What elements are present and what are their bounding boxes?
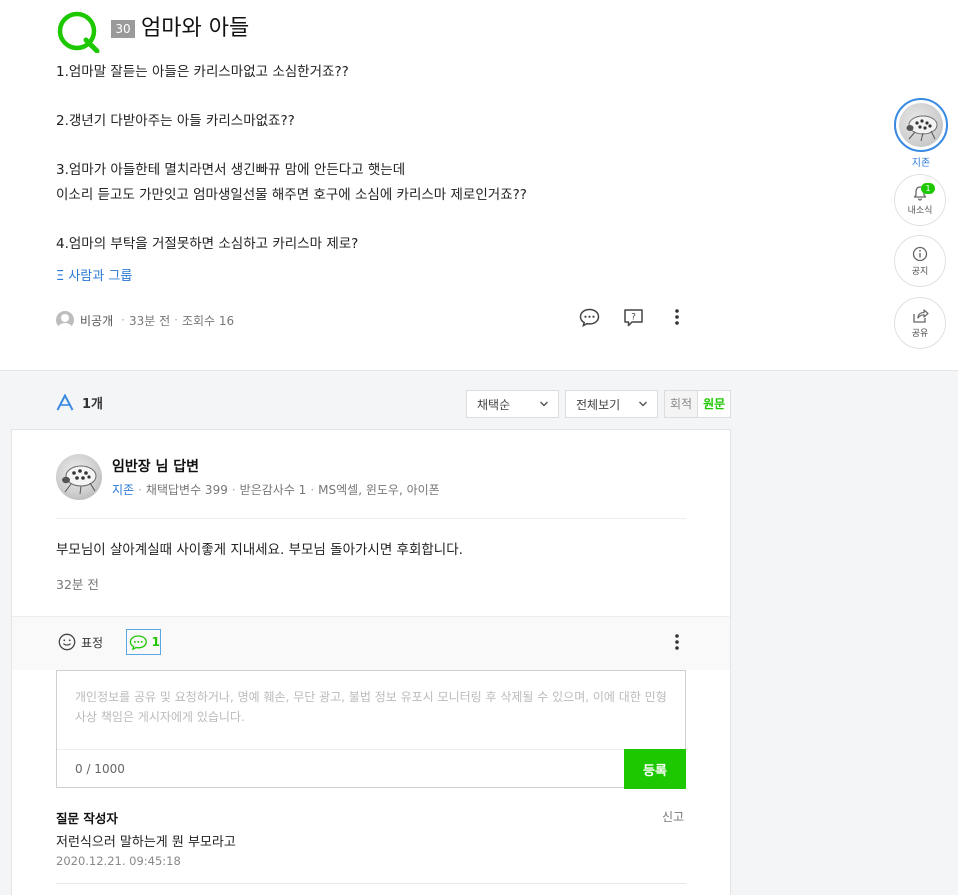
more-vertical-icon[interactable] [666,306,688,328]
comment-bubble-icon[interactable] [578,306,600,328]
notification-label: 내소식 [907,205,933,216]
char-counter: 0 / 1000 [75,762,125,776]
question-time: 33분 전 [128,313,171,328]
question-views: 조회수 16 [181,313,235,328]
sort-select[interactable]: 채택순 [466,390,559,418]
adopted-count: 채택답변수 399 [145,483,228,497]
notice-button[interactable]: 공지 [894,235,946,287]
chevron-down-icon [540,401,548,407]
side-profile[interactable]: 지존 [894,98,948,169]
category-tag-link[interactable]: Ξ 사람과 그룹 [56,265,132,284]
question-line: 이소리 듣고도 가만잇고 엄마생일선물 해주면 호구에 소심에 카리스마 제로인… [56,186,527,203]
meta-separator: · [174,313,178,327]
share-button[interactable]: 공유 [894,297,946,349]
question-badge: 30 [111,20,135,38]
question-actions: ? [578,306,688,328]
answers-section: 1개 채택순 전체보기 회적 원문 임반장 님 답변 지존 · 채택답변수 39… [0,370,958,895]
question-line: 4.엄마의 부탁을 거절못하면 소심하고 카리스마 제로? [56,235,359,252]
profile-image [899,103,943,147]
submit-comment-button[interactable]: 등록 [624,749,686,789]
side-notice[interactable]: 공지 [894,235,948,287]
comment-editor: 0 / 1000 등록 [56,670,686,789]
question-line: 3.엄마가 아들한테 멸치라면서 생긴빠뀨 맘에 안든다고 햇는데 [56,162,406,178]
question-title: 엄마와 아들 [141,16,250,41]
more-vertical-icon[interactable] [674,633,680,655]
question-meta: 비공개 · 33분 전 · 조회수 16 [56,310,234,330]
question-mark-icon[interactable]: ? [622,306,644,328]
thanks-count: 받은감사수 1 [239,483,307,497]
question-body: 1.엄마말 잘듣는 아들은 카리스마없고 소심한거죠?? 2.갱년기 다받아주는… [56,60,696,256]
meta-separator: · [310,482,315,497]
comment-editor-footer: 0 / 1000 등록 [57,749,686,789]
answer-time: 32분 전 [56,577,99,592]
comment-input[interactable] [57,671,685,749]
smiley-icon [58,633,76,651]
filter-select-value: 전체보기 [576,397,621,412]
answer-count: 1개 [82,397,104,412]
notice-label: 공지 [911,266,929,277]
meta-separator: · [121,313,125,327]
emoji-label: 표정 [81,635,104,650]
toggle-option-original[interactable]: 원문 [698,391,730,417]
side-notification[interactable]: 1 내소식 [894,174,948,226]
answers-header: 1개 [56,393,103,412]
emoji-reaction-button[interactable]: 표정 [58,633,103,651]
sort-select-value: 채택순 [477,397,511,412]
comment-count: 1 [151,635,160,649]
question-section: 30 엄마와 아들 1.엄마말 잘듣는 아들은 카리스마없고 소심한거죠?? 2… [0,0,958,370]
toggle-option-translated[interactable]: 회적 [665,391,699,417]
chevron-down-icon [639,401,647,407]
svg-text:?: ? [631,312,636,322]
q-logo-icon [57,11,100,53]
question-line: 1.엄마말 잘듣는 아들은 카리스마없고 소심한거죠?? [56,64,349,80]
answerer-name[interactable]: 임반장 님 답변 [112,456,199,476]
meta-separator: · [138,482,142,497]
notification-button[interactable]: 1 내소식 [894,174,946,226]
report-link[interactable]: 신고 [662,808,684,825]
answerer-grade: 지존 [112,483,135,497]
answer-card: 임반장 님 답변 지존 · 채택답변수 399 · 받은감사수 1 · MS엑셀… [11,429,731,895]
question-line [56,85,696,110]
profile-name: 지존 [911,158,931,169]
comment-text: 저런식으러 말하는게 뭔 부모라고 [56,835,236,850]
question-line [56,207,696,232]
share-icon [912,308,929,323]
profile-avatar[interactable] [894,98,948,152]
divider [56,518,686,519]
answerer-info: 지존 · 채택답변수 399 · 받은감사수 1 · MS엑셀, 윈도우, 아이… [112,481,440,498]
divider [56,883,686,884]
notification-count-badge: 1 [921,183,935,194]
comment-bubble-icon [129,634,147,650]
view-toggle: 회적 원문 [664,390,732,418]
comment-count-button[interactable]: 1 [126,629,161,655]
info-icon [912,246,928,261]
share-label: 공유 [911,328,929,339]
filter-select[interactable]: 전체보기 [565,390,658,418]
answer-text: 부모님이 살아계실때 사이좋게 지내세요. 부모님 돌아가시면 후회합니다. [56,542,463,558]
question-author: 비공개 [80,313,114,328]
answerer-field: MS엑셀, 윈도우, 아이폰 [318,483,440,497]
question-line [56,134,696,159]
comment-writer: 질문 작성자 [56,811,118,826]
question-line: 2.갱년기 다받아주는 아들 카리스마없죠?? [56,113,295,129]
comment-date: 2020.12.21. 09:45:18 [56,854,181,868]
anonymous-avatar-icon [56,311,74,329]
meta-separator: · [231,482,236,497]
side-share[interactable]: 공유 [894,297,948,349]
answerer-avatar[interactable] [56,454,102,500]
a-logo-icon [56,394,74,411]
comment-toolbar: 표정 1 [12,616,730,670]
